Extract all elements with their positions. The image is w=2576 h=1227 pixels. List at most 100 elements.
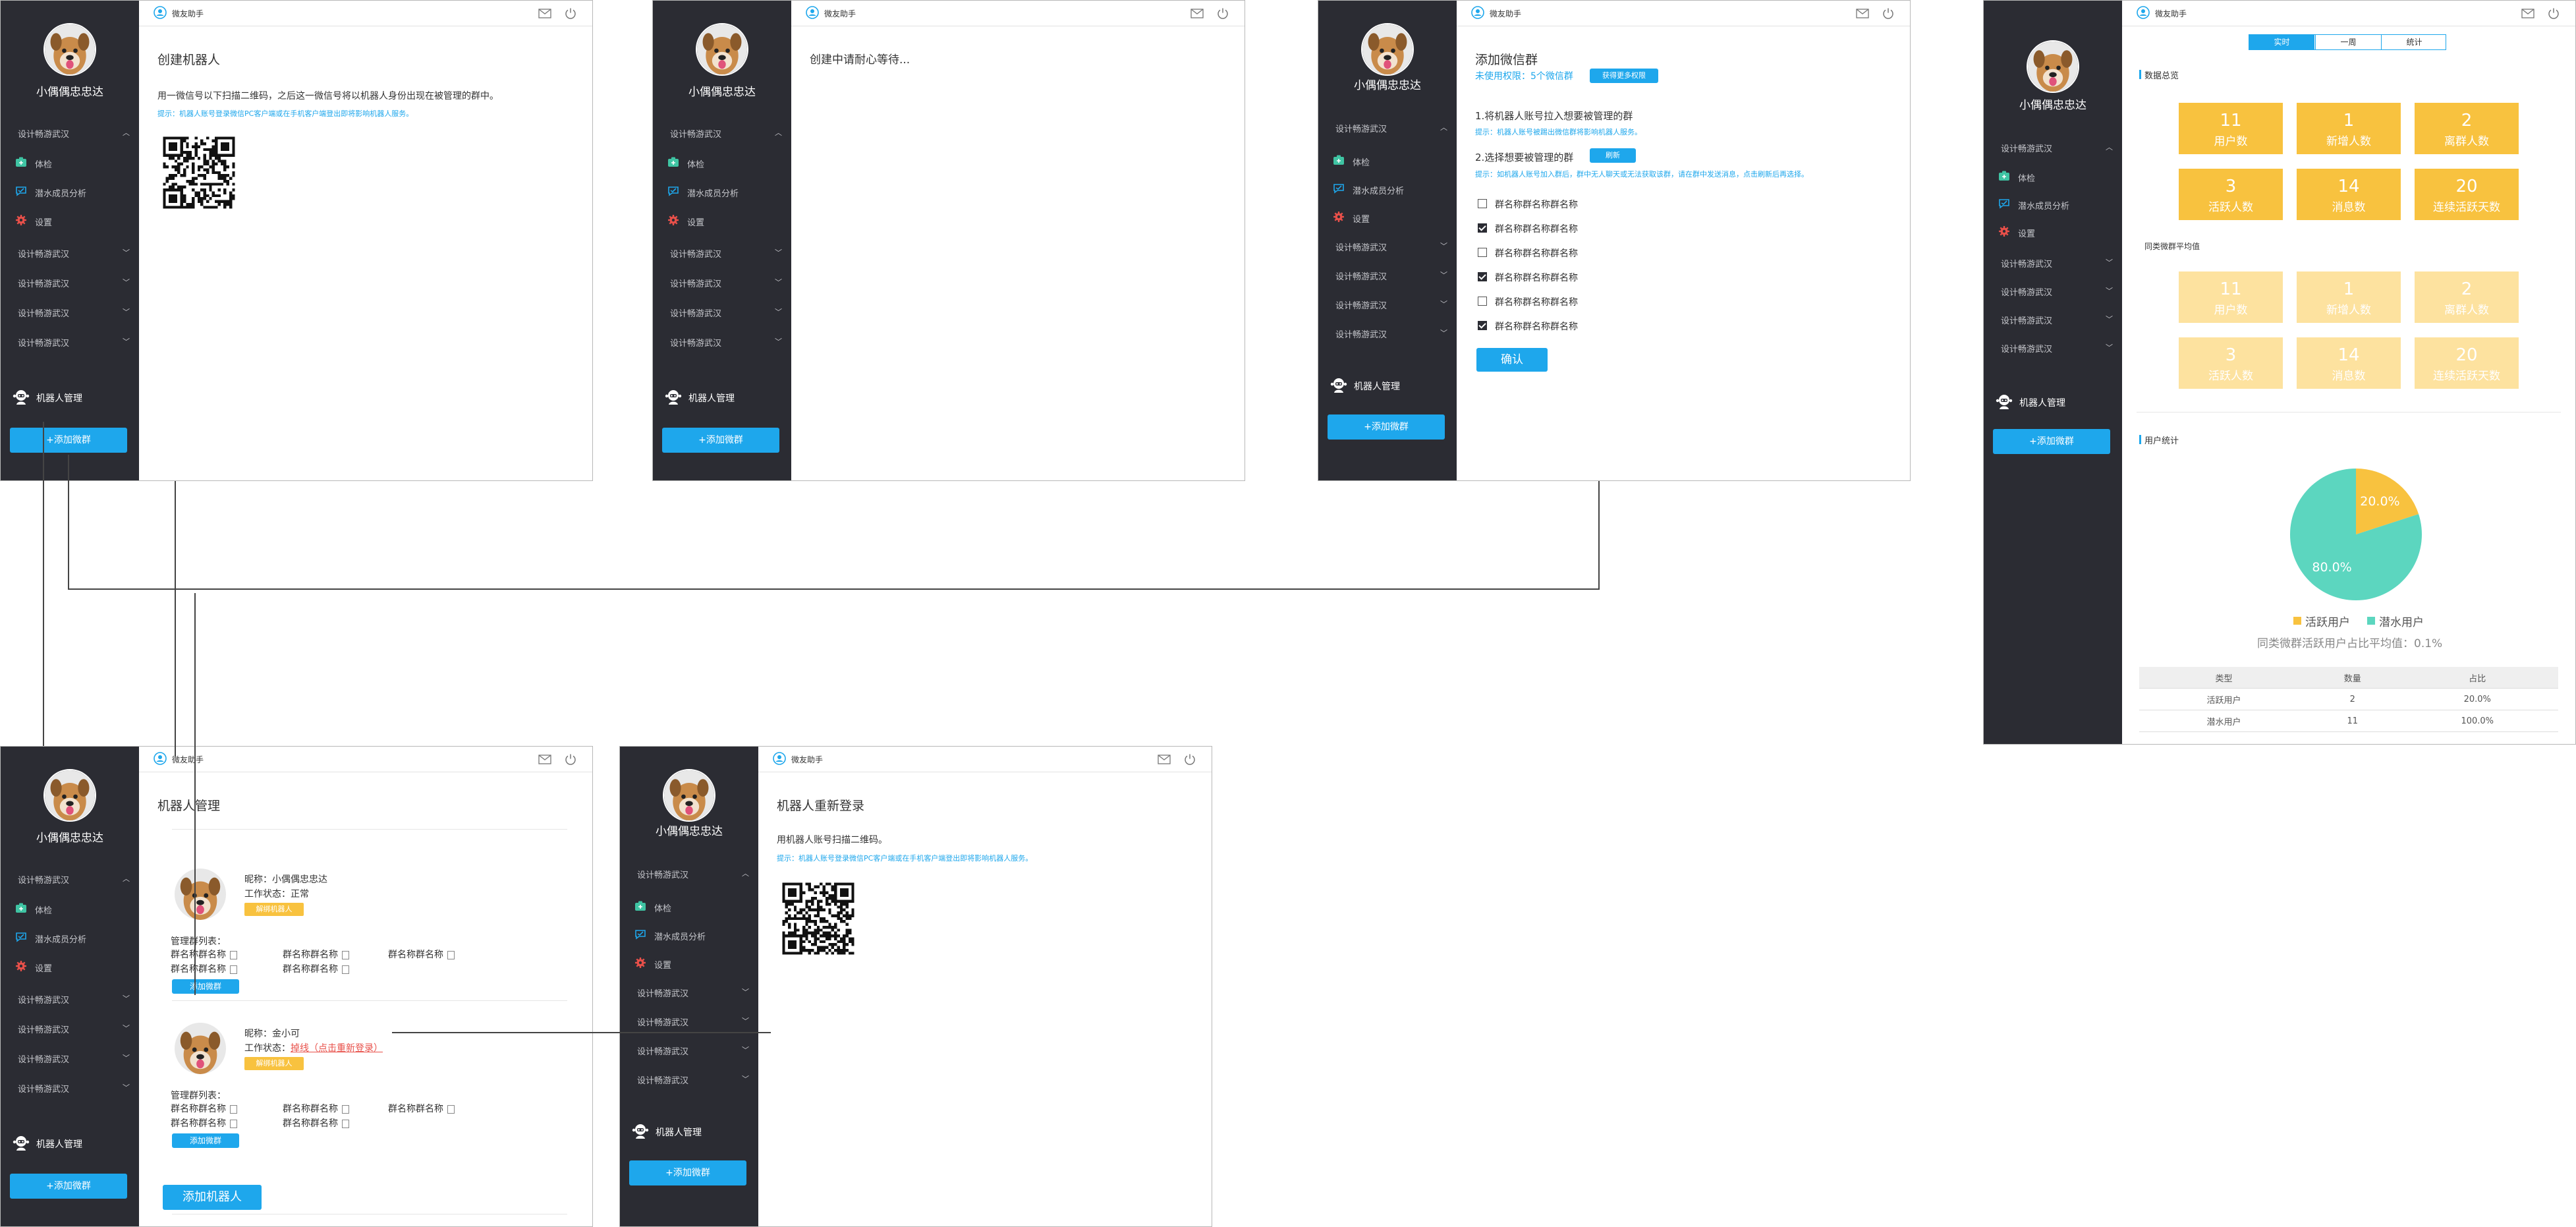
refresh-button[interactable]: 刷新 <box>1590 148 1636 163</box>
trash-icon[interactable] <box>230 965 237 974</box>
nav-item-gear[interactable]: 设置 <box>1 214 139 229</box>
robot-management-link[interactable]: 机器人管理 <box>632 1122 757 1141</box>
tab-2[interactable]: 统计 <box>2381 35 2447 49</box>
user-avatar[interactable] <box>43 769 96 822</box>
nav-group-collapsed[interactable]: 设计畅游武汉 ﹀ <box>1 275 139 290</box>
group-checkbox[interactable] <box>1478 297 1487 306</box>
nav-item-chat-check[interactable]: 潜水成员分析 <box>1984 198 2122 212</box>
nav-group-collapsed[interactable]: 设计畅游武汉 ﹀ <box>653 246 791 260</box>
nav-group-expanded[interactable]: 设计畅游武汉 ︿ <box>1 872 139 886</box>
unbind-robot-button[interactable]: 解绑机器人 <box>244 1057 304 1070</box>
mail-icon[interactable] <box>2521 9 2534 18</box>
user-avatar[interactable] <box>663 769 715 822</box>
power-icon[interactable] <box>2548 7 2560 19</box>
relogin-link[interactable]: 掉线（点击重新登录） <box>291 1043 383 1054</box>
nav-group-collapsed[interactable]: 设计畅游武汉 ﹀ <box>1318 297 1457 312</box>
nav-item-chat-check[interactable]: 潜水成员分析 <box>1318 183 1457 197</box>
nav-item-gear[interactable]: 设置 <box>1984 225 2122 240</box>
trash-icon[interactable] <box>447 1104 455 1114</box>
power-icon[interactable] <box>1184 753 1196 765</box>
nav-item-chat-check[interactable]: 潜水成员分析 <box>1 931 139 946</box>
add-robot-button[interactable]: 添加机器人 <box>163 1185 262 1210</box>
tab-1[interactable]: 一周 <box>2315 35 2381 49</box>
group-checkbox[interactable] <box>1478 199 1487 208</box>
mail-icon[interactable] <box>1190 9 1204 18</box>
nav-group-collapsed[interactable]: 设计畅游武汉 ﹀ <box>1984 312 2122 327</box>
add-managed-group-button[interactable]: 添加微群 <box>172 1133 239 1148</box>
add-group-button[interactable]: +添加微群 <box>1993 429 2110 454</box>
trash-icon[interactable] <box>230 1119 237 1128</box>
trash-icon[interactable] <box>230 950 237 959</box>
nav-item-medical-kit[interactable]: 体检 <box>620 900 758 915</box>
user-avatar[interactable] <box>696 23 748 76</box>
power-icon[interactable] <box>1882 7 1894 19</box>
mail-icon[interactable] <box>538 755 551 764</box>
nav-group-collapsed[interactable]: 设计畅游武汉 ﹀ <box>1 1051 139 1066</box>
nav-group-expanded[interactable]: 设计畅游武汉 ︿ <box>653 126 791 140</box>
trash-icon[interactable] <box>342 965 349 974</box>
nav-group-collapsed[interactable]: 设计畅游武汉 ﹀ <box>1318 326 1457 341</box>
trash-icon[interactable] <box>342 1119 349 1128</box>
nav-group-collapsed[interactable]: 设计畅游武汉 ﹀ <box>1318 268 1457 283</box>
mail-icon[interactable] <box>1158 755 1171 764</box>
nav-group-collapsed[interactable]: 设计畅游武汉 ﹀ <box>620 985 758 1000</box>
nav-group-collapsed[interactable]: 设计畅游武汉 ﹀ <box>620 1043 758 1058</box>
trash-icon[interactable] <box>342 950 349 959</box>
more-permission-button[interactable]: 获得更多权限 <box>1590 69 1658 83</box>
user-avatar[interactable] <box>1361 23 1414 76</box>
nav-group-collapsed[interactable]: 设计畅游武汉 ﹀ <box>653 305 791 320</box>
nav-group-collapsed[interactable]: 设计畅游武汉 ﹀ <box>1984 341 2122 355</box>
nav-group-collapsed[interactable]: 设计畅游武汉 ﹀ <box>620 1072 758 1087</box>
tab-0[interactable]: 实时 <box>2249 35 2314 49</box>
confirm-button[interactable]: 确认 <box>1476 348 1548 372</box>
nav-item-gear[interactable]: 设置 <box>620 957 758 971</box>
nav-group-collapsed[interactable]: 设计畅游武汉 ﹀ <box>1318 239 1457 254</box>
power-icon[interactable] <box>565 753 576 765</box>
robot-management-link[interactable]: 机器人管理 <box>1330 376 1455 395</box>
power-icon[interactable] <box>1217 7 1229 19</box>
mail-icon[interactable] <box>538 9 551 18</box>
add-group-button[interactable]: +添加微群 <box>10 428 127 453</box>
nav-group-collapsed[interactable]: 设计畅游武汉 ﹀ <box>1984 256 2122 270</box>
nav-item-chat-check[interactable]: 潜水成员分析 <box>653 185 791 200</box>
nav-item-medical-kit[interactable]: 体检 <box>653 156 791 171</box>
robot-management-link[interactable]: 机器人管理 <box>13 1134 138 1153</box>
group-checkbox[interactable] <box>1478 321 1487 330</box>
add-group-button[interactable]: +添加微群 <box>10 1174 127 1199</box>
nav-group-collapsed[interactable]: 设计畅游武汉 ﹀ <box>620 1014 758 1029</box>
nav-group-expanded[interactable]: 设计畅游武汉 ︿ <box>1984 140 2122 155</box>
nav-item-medical-kit[interactable]: 体检 <box>1 902 139 917</box>
nav-item-chat-check[interactable]: 潜水成员分析 <box>1 185 139 200</box>
nav-item-medical-kit[interactable]: 体检 <box>1318 154 1457 169</box>
nav-group-collapsed[interactable]: 设计畅游武汉 ﹀ <box>1 246 139 260</box>
nav-group-collapsed[interactable]: 设计畅游武汉 ﹀ <box>1 1081 139 1095</box>
robot-management-link[interactable]: 机器人管理 <box>13 388 138 407</box>
add-group-button[interactable]: +添加微群 <box>662 428 779 453</box>
nav-group-collapsed[interactable]: 设计畅游武汉 ﹀ <box>653 275 791 290</box>
add-group-button[interactable]: +添加微群 <box>629 1160 746 1185</box>
nav-item-gear[interactable]: 设置 <box>1 960 139 975</box>
robot-management-link[interactable]: 机器人管理 <box>665 388 790 407</box>
nav-item-medical-kit[interactable]: 体检 <box>1984 170 2122 185</box>
add-managed-group-button[interactable]: 添加微群 <box>172 979 239 994</box>
trash-icon[interactable] <box>230 1104 237 1114</box>
trash-icon[interactable] <box>447 950 455 959</box>
unbind-robot-button[interactable]: 解绑机器人 <box>244 903 304 916</box>
nav-group-collapsed[interactable]: 设计畅游武汉 ﹀ <box>1 335 139 349</box>
group-checkbox[interactable] <box>1478 272 1487 281</box>
nav-item-gear[interactable]: 设置 <box>653 214 791 229</box>
nav-group-collapsed[interactable]: 设计畅游武汉 ﹀ <box>1 992 139 1006</box>
nav-item-gear[interactable]: 设置 <box>1318 211 1457 225</box>
mail-icon[interactable] <box>1856 9 1869 18</box>
group-checkbox[interactable] <box>1478 248 1487 257</box>
power-icon[interactable] <box>565 7 576 19</box>
nav-group-expanded[interactable]: 设计畅游武汉 ︿ <box>620 867 758 881</box>
add-group-button[interactable]: +添加微群 <box>1328 414 1445 440</box>
nav-item-medical-kit[interactable]: 体检 <box>1 156 139 171</box>
nav-group-collapsed[interactable]: 设计畅游武汉 ﹀ <box>653 335 791 349</box>
nav-item-chat-check[interactable]: 潜水成员分析 <box>620 928 758 943</box>
nav-group-expanded[interactable]: 设计畅游武汉 ︿ <box>1 126 139 140</box>
user-avatar[interactable] <box>43 23 96 76</box>
nav-group-collapsed[interactable]: 设计畅游武汉 ﹀ <box>1 305 139 320</box>
robot-management-link[interactable]: 机器人管理 <box>1996 393 2121 411</box>
